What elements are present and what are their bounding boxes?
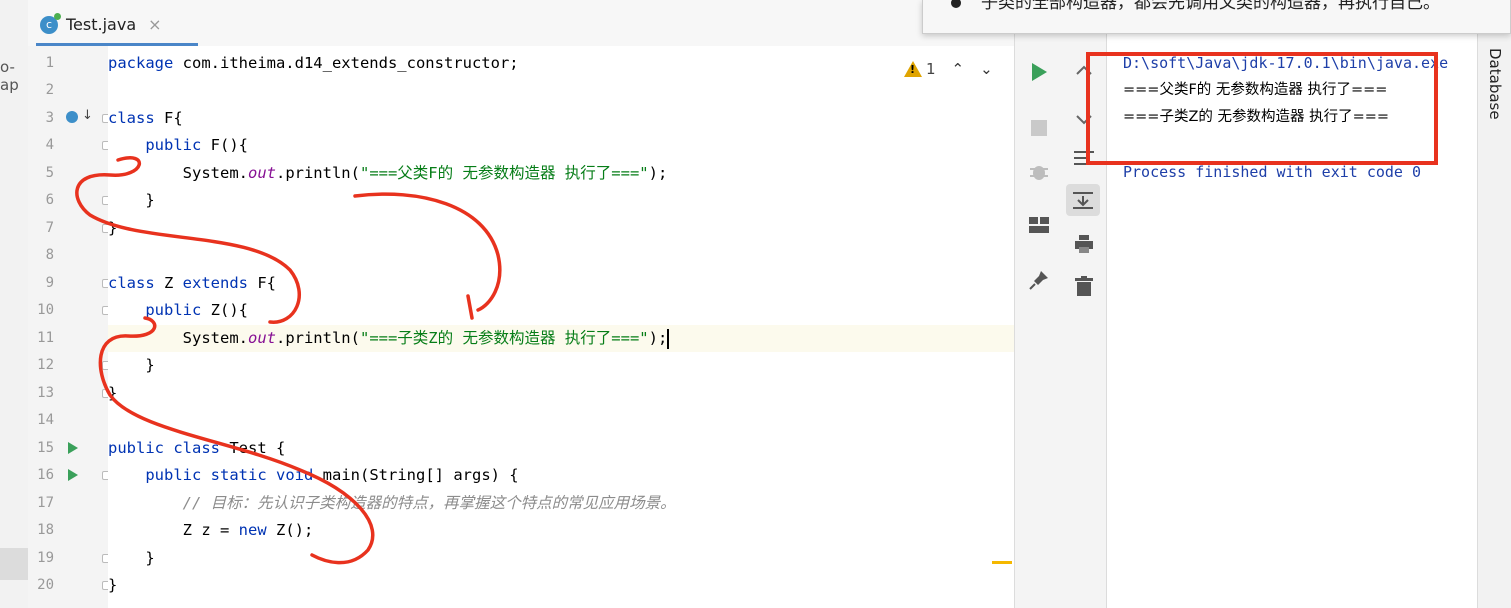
line-number[interactable]: 19 xyxy=(28,545,54,572)
line-number[interactable]: 9 xyxy=(28,270,54,297)
trash-icon[interactable] xyxy=(1072,274,1096,298)
print-icon[interactable] xyxy=(1072,232,1096,256)
implementation-arrow-icon[interactable]: ↓ xyxy=(82,108,93,123)
code-line-7[interactable]: } xyxy=(108,215,1014,242)
text-caret xyxy=(667,328,670,349)
code-line-3[interactable]: class F{ xyxy=(108,105,1014,132)
code-line-5[interactable]: System.out.println("===父类F的 无参数构造器 执行了==… xyxy=(108,160,1014,187)
code-line-10[interactable]: public Z(){ xyxy=(108,297,1014,324)
line-number[interactable]: 8 xyxy=(28,242,54,269)
code-editor[interactable]: package com.itheima.d14_extends_construc… xyxy=(108,46,1014,608)
bullet-dot xyxy=(951,0,961,8)
debug-icon[interactable] xyxy=(1027,160,1051,184)
code-line-16[interactable]: public static void main(String[] args) { xyxy=(108,462,1014,489)
code-line-11[interactable]: System.out.println("===子类Z的 无参数构造器 执行了==… xyxy=(108,325,1014,352)
line-number[interactable]: 4 xyxy=(28,132,54,159)
inspection-widget[interactable]: ! 1 ⌃ ⌄ xyxy=(904,60,993,78)
scrollbar-warning-marker[interactable] xyxy=(992,561,1012,564)
editor-tab-bar: c Test.java × xyxy=(28,0,1014,47)
line-number[interactable]: 10 xyxy=(28,297,54,324)
code-line-12[interactable]: } xyxy=(108,352,1014,379)
tooltip-text: 子类的全部构造器，都会先调用父类的构造器，再执行自己。 xyxy=(981,0,1440,13)
code-line-13[interactable]: } xyxy=(108,380,1014,407)
line-number[interactable]: 20 xyxy=(28,572,54,599)
line-number[interactable]: 16 xyxy=(28,462,54,489)
code-line-17[interactable]: // 目标：先认识子类构造器的特点，再掌握这个特点的常见应用场景。 xyxy=(108,490,1014,517)
line-number[interactable]: 2 xyxy=(28,77,54,104)
code-line-15[interactable]: public class Test { xyxy=(108,435,1014,462)
code-line-20[interactable]: } xyxy=(108,572,1014,599)
java-class-icon: c xyxy=(40,12,61,34)
overridden-method-icon[interactable] xyxy=(66,111,78,123)
run-toolbar-left xyxy=(1014,34,1063,608)
scroll-to-end-icon[interactable] xyxy=(1066,184,1100,216)
output-highlight-box xyxy=(1086,52,1438,165)
run-gutter-icon[interactable] xyxy=(68,469,78,481)
project-crumb: o-ap xyxy=(0,58,19,94)
editor-gutter: 1 2 3 4 5 6 7 8 9 10 11 12 13 14 15 16 17 18 19 20 ↓ xyxy=(28,46,111,608)
line-number[interactable]: 13 xyxy=(28,380,54,407)
code-line-4[interactable]: public F(){ xyxy=(108,132,1014,159)
close-icon[interactable]: × xyxy=(148,15,161,34)
code-line-1[interactable]: package com.itheima.d14_extends_construc… xyxy=(108,50,1014,77)
line-number[interactable]: 3 xyxy=(28,105,54,132)
project-selected-row[interactable] xyxy=(0,548,28,580)
line-number[interactable]: 5 xyxy=(28,160,54,187)
layout-icon[interactable] xyxy=(1027,214,1051,236)
pin-icon[interactable] xyxy=(1027,268,1051,292)
line-number[interactable]: 7 xyxy=(28,215,54,242)
right-tool-strip: Database xyxy=(1477,34,1511,608)
line-number[interactable]: 14 xyxy=(28,407,54,434)
tab-label: Test.java xyxy=(66,15,137,34)
chevron-up-icon[interactable]: ⌃ xyxy=(952,60,965,78)
line-number[interactable]: 12 xyxy=(28,352,54,379)
line-number[interactable]: 6 xyxy=(28,187,54,214)
line-number[interactable]: 1 xyxy=(28,50,54,77)
code-line-19[interactable]: } xyxy=(108,545,1014,572)
line-number[interactable]: 15 xyxy=(28,435,54,462)
code-line-6[interactable]: } xyxy=(108,187,1014,214)
code-line-18[interactable]: Z z = new Z(); xyxy=(108,517,1014,544)
chevron-down-icon[interactable]: ⌄ xyxy=(980,60,993,78)
warning-icon: ! xyxy=(904,61,922,77)
line-number[interactable]: 17 xyxy=(28,490,54,517)
code-line-9[interactable]: class Z extends F{ xyxy=(108,270,1014,297)
hint-tooltip: 子类的全部构造器，都会先调用父类的构造器，再执行自己。 xyxy=(922,0,1511,34)
stop-icon[interactable] xyxy=(1029,118,1049,138)
run-gutter-icon[interactable] xyxy=(68,442,78,454)
warning-count: 1 xyxy=(926,60,936,78)
line-number[interactable]: 11 xyxy=(28,325,54,352)
database-tool-button[interactable]: Database xyxy=(1486,48,1504,120)
tab-test-java[interactable]: c Test.java × xyxy=(36,6,198,46)
rerun-icon[interactable] xyxy=(1029,62,1049,82)
line-number[interactable]: 18 xyxy=(28,517,54,544)
project-panel-strip: o-ap xyxy=(0,0,29,608)
